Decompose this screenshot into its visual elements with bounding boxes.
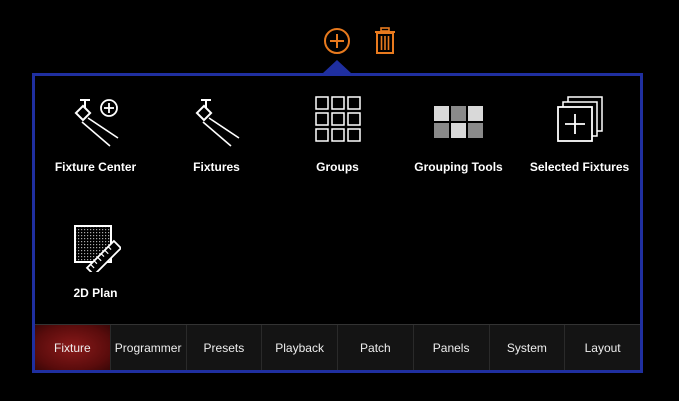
tile-label: Grouping Tools [414, 160, 503, 174]
add-circle-icon [324, 28, 350, 54]
fixture-center-icon [74, 99, 118, 147]
tile-label: 2D Plan [73, 286, 118, 300]
tab-presets[interactable]: Presets [186, 325, 263, 370]
tile-label: Selected Fixtures [529, 160, 630, 174]
tab-panels[interactable]: Panels [413, 325, 490, 370]
tile-label: Fixtures [193, 160, 240, 174]
tile-label: Groups [316, 160, 359, 174]
tab-programmer[interactable]: Programmer [110, 325, 187, 370]
tile-groups[interactable]: Groups [277, 76, 398, 186]
groups-icon [314, 96, 361, 142]
tile-2d-plan[interactable]: 2D Plan [35, 204, 156, 314]
fixtures-icon [195, 99, 239, 147]
tile-fixtures[interactable]: Fixtures [156, 76, 277, 186]
tab-playback[interactable]: Playback [262, 325, 338, 370]
tile-fixture-center[interactable]: Fixture Center [35, 76, 156, 186]
top-actions [0, 0, 679, 73]
delete-button[interactable] [370, 26, 400, 56]
tile-grouping-tools[interactable]: Grouping Tools [398, 76, 519, 186]
tab-patch[interactable]: Patch [338, 325, 414, 370]
bottom-tab-bar: Fixture Programmer Presets Playback Patc… [35, 324, 640, 370]
add-button[interactable] [322, 26, 352, 56]
fixture-popup-panel: Fixture Center Fixtures Groups Grouping … [32, 73, 643, 373]
tab-system[interactable]: System [489, 325, 566, 370]
selected-fixtures-icon [556, 96, 603, 142]
tab-fixture[interactable]: Fixture [35, 325, 111, 370]
tile-label: Fixture Center [54, 160, 137, 174]
grouping-tools-icon [433, 106, 483, 138]
tab-layout[interactable]: Layout [565, 325, 640, 370]
tile-grid: Fixture Center Fixtures Groups Grouping … [35, 76, 640, 324]
popup-pointer [323, 60, 351, 73]
2d-plan-icon [73, 225, 121, 272]
tile-selected-fixtures[interactable]: Selected Fixtures [519, 76, 640, 186]
trash-icon [375, 27, 395, 54]
